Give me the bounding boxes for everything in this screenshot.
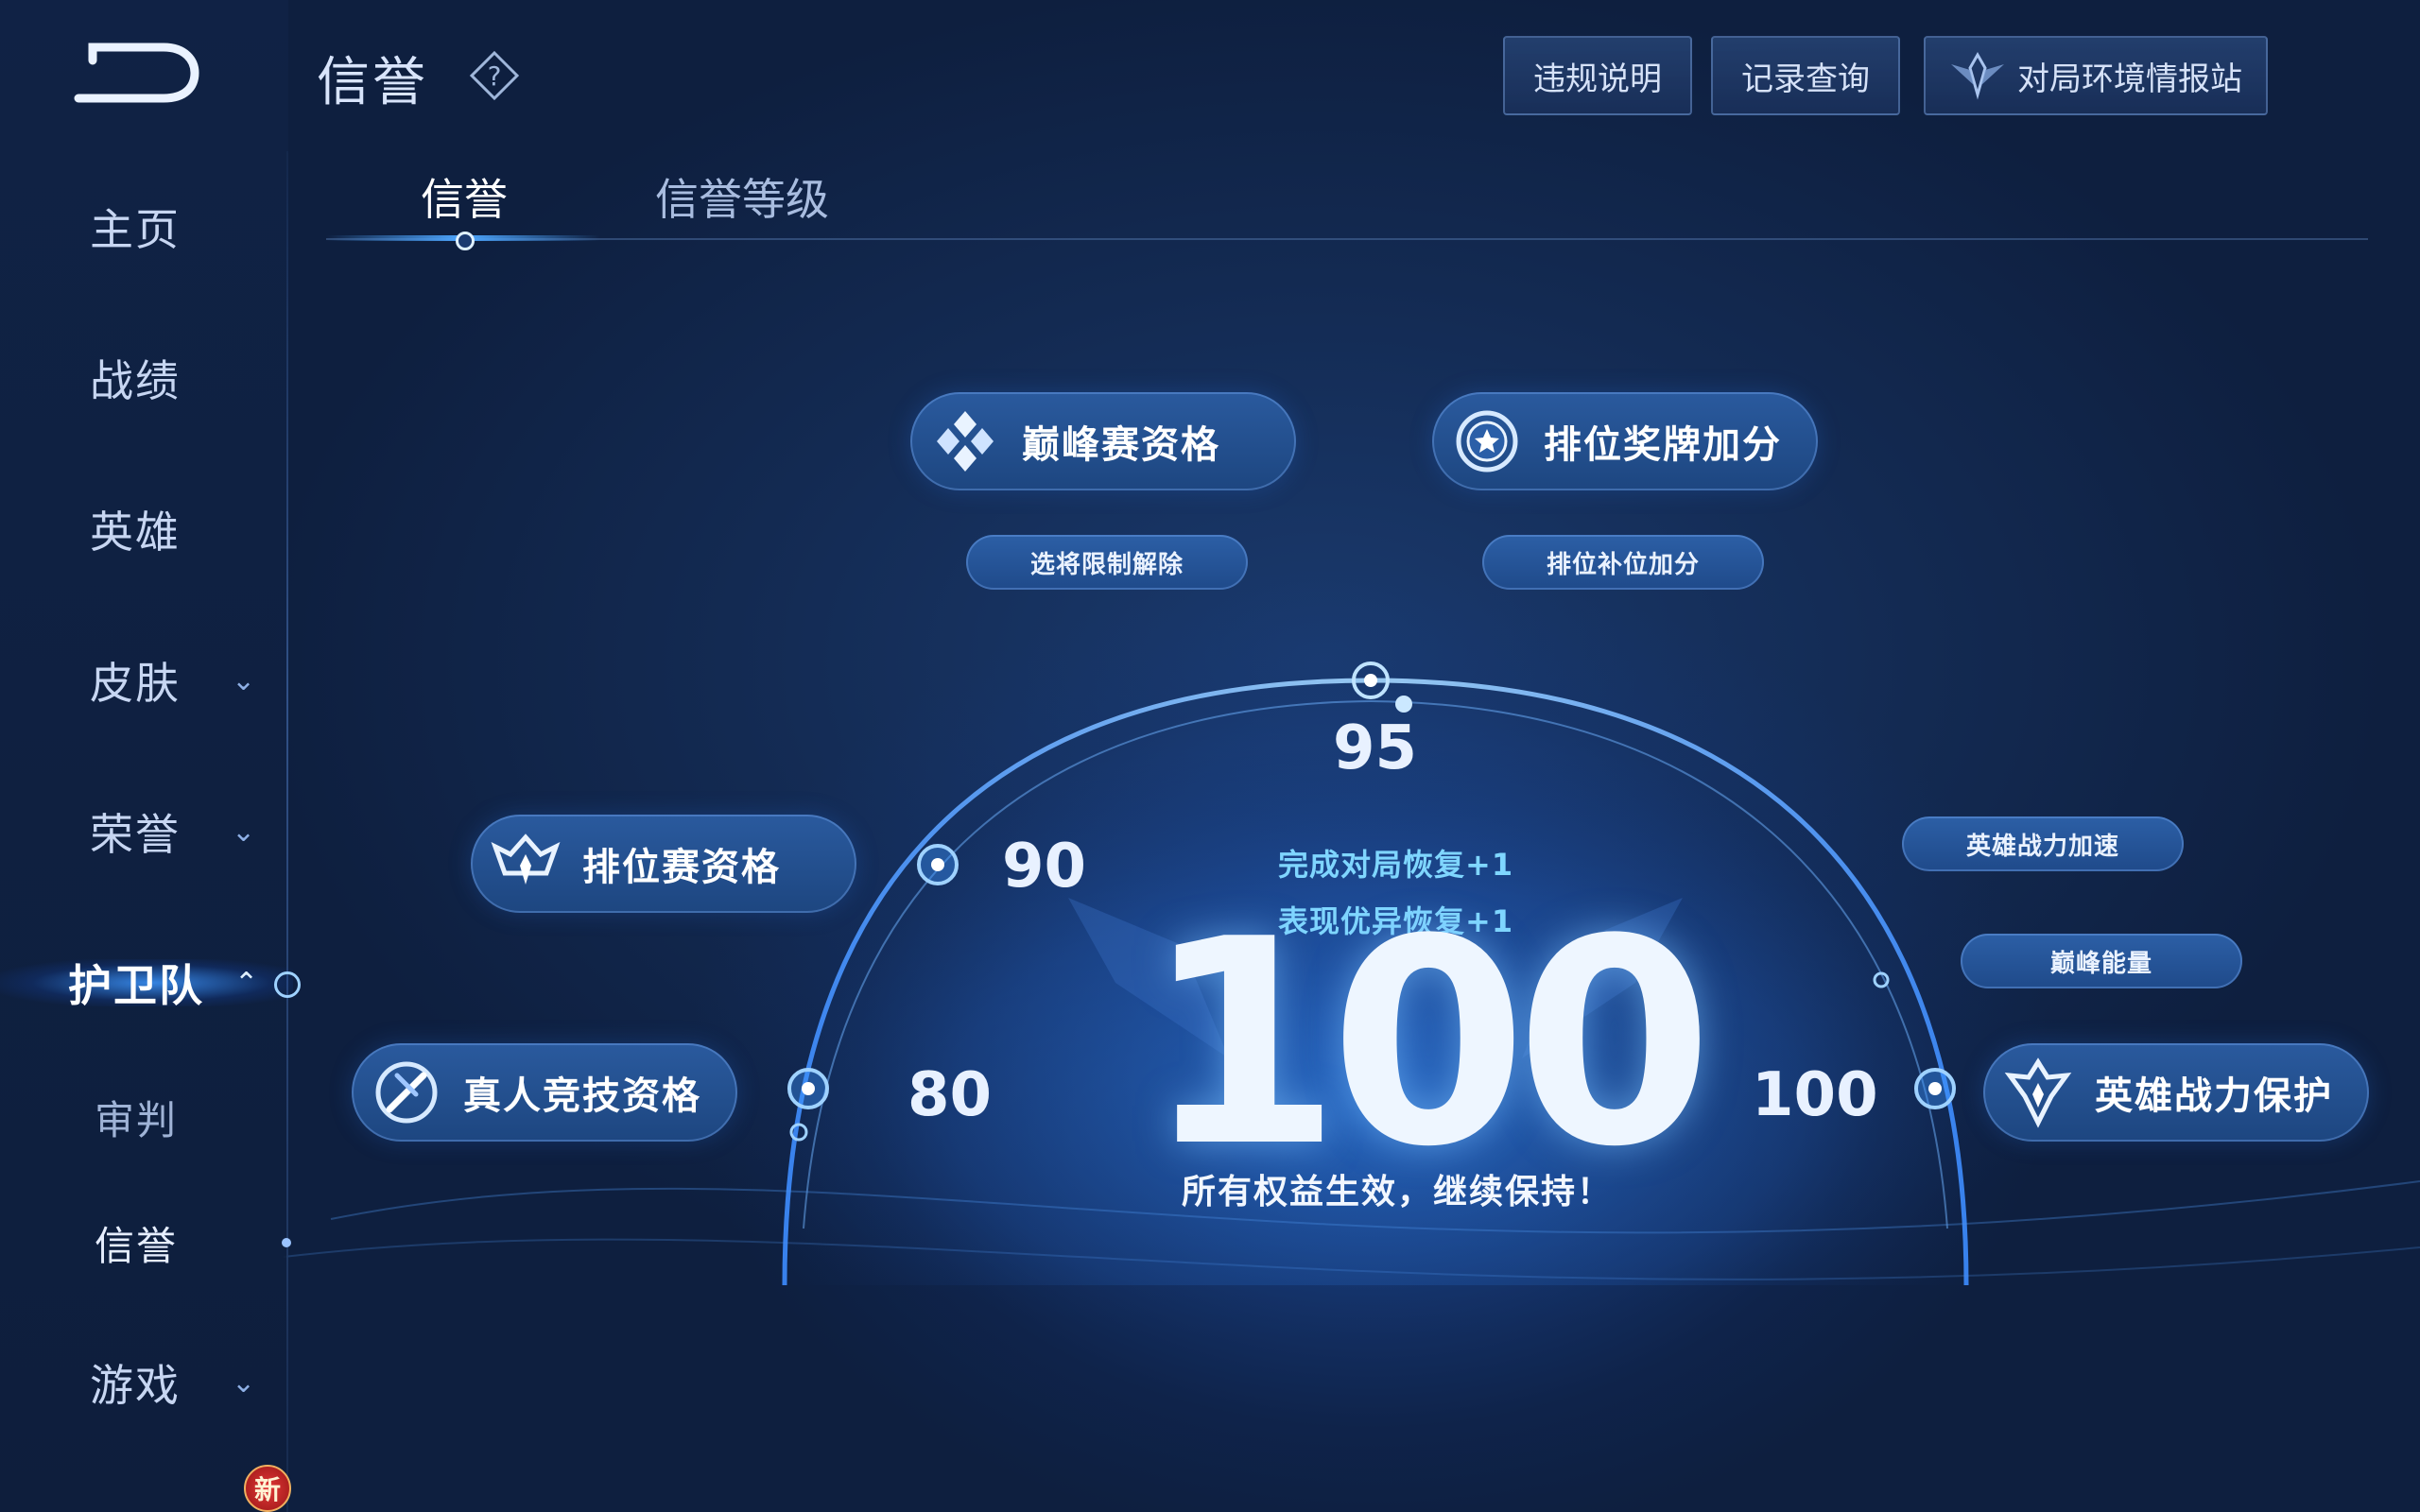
- sidebar-item-games[interactable]: 游戏 ⌄: [0, 1340, 284, 1425]
- sidebar-item-heroes[interactable]: 英雄: [0, 487, 284, 572]
- chevron-down-icon: ⌄: [232, 815, 256, 849]
- report-station-label: 对局环境情报站: [2017, 60, 2242, 98]
- sidebar-item-label: 皮肤: [90, 658, 181, 709]
- sidebar-item-guard[interactable]: 护卫队 ⌃: [0, 940, 301, 1025]
- sidebar-item-label: 英雄: [90, 507, 181, 558]
- tab-divider: [326, 238, 2368, 240]
- active-indicator-icon: [274, 971, 301, 998]
- scale-label-90: 90: [1002, 832, 1087, 902]
- sidebar-item-label: 护卫队: [68, 960, 204, 1011]
- benefit-label: 英雄战力保护: [2095, 1074, 2333, 1118]
- benefit-peak-energy[interactable]: 巅峰能量: [1961, 934, 2242, 988]
- tab-active-marker: [456, 232, 475, 250]
- crown-shield-icon: [491, 833, 561, 885]
- credit-score: 100: [1144, 879, 1713, 1209]
- benefit-label: 巅峰赛资格: [1022, 423, 1220, 467]
- benefit-ranked-qualification[interactable]: 排位赛资格: [471, 815, 856, 913]
- violation-button[interactable]: 违规说明: [1503, 36, 1692, 115]
- sidebar-item-credit[interactable]: 信誉: [0, 1200, 291, 1285]
- sidebar-item-label: 审判: [95, 1096, 179, 1143]
- tab-credit-level[interactable]: 信誉等级: [655, 165, 829, 228]
- chip-label: 巅峰能量: [2049, 949, 2152, 978]
- sidebar-item-label: 主页: [90, 204, 181, 255]
- report-station-button[interactable]: 对局环境情报站: [1924, 36, 2268, 115]
- violation-button-label: 违规说明: [1533, 60, 1662, 98]
- tab-credit[interactable]: 信誉: [421, 165, 508, 228]
- credit-dome-graphic: [283, 662, 2420, 1286]
- benefit-label: 真人竞技资格: [463, 1074, 701, 1118]
- sidebar-item-skins[interactable]: 皮肤 ⌄: [0, 638, 284, 723]
- shield-crest-icon: [2004, 1057, 2072, 1128]
- page-title: 信誉: [317, 52, 428, 113]
- sidebar-item-home[interactable]: 主页: [0, 184, 284, 269]
- credit-status-text: 所有权益生效，继续保持！: [1182, 1173, 1614, 1211]
- benefit-hero-power-boost[interactable]: 英雄战力加速: [1902, 816, 2184, 871]
- back-icon[interactable]: [74, 40, 201, 106]
- sidebar-item-judge[interactable]: 审判: [0, 1074, 284, 1160]
- svg-text:?: ?: [488, 60, 502, 92]
- chevron-down-icon: ⌄: [232, 1366, 256, 1400]
- diamond-cluster-icon: [937, 411, 994, 472]
- benefit-rank-fill-bonus[interactable]: 排位补位加分: [1482, 535, 1764, 590]
- sidebar-item-records[interactable]: 战绩: [0, 335, 284, 421]
- benefit-peak-qualification[interactable]: 巅峰赛资格: [910, 392, 1296, 490]
- scale-label-100: 100: [1752, 1060, 1878, 1130]
- chip-label: 选将限制解除: [1029, 550, 1184, 579]
- benefit-hero-power-protection[interactable]: 英雄战力保护: [1983, 1043, 2369, 1142]
- benefit-human-competition-qualification[interactable]: 真人竞技资格: [352, 1043, 737, 1142]
- sword-shield-icon: [375, 1061, 438, 1124]
- records-button-label: 记录查询: [1741, 60, 1870, 98]
- benefit-rank-medal-bonus[interactable]: 排位奖牌加分: [1432, 392, 1818, 490]
- sidebar-item-label: 游戏: [90, 1360, 181, 1411]
- star-medal-icon: [1456, 410, 1518, 472]
- scale-label-95: 95: [1333, 713, 1418, 783]
- new-badge: 新: [244, 1465, 291, 1512]
- benefit-pick-limit-lifted[interactable]: 选将限制解除: [966, 535, 1248, 590]
- selected-dot-icon: [282, 1238, 291, 1247]
- tab-label: 信誉: [421, 174, 508, 225]
- node-90: [917, 844, 959, 885]
- benefit-label: 排位赛资格: [582, 846, 781, 889]
- chip-label: 英雄战力加速: [1965, 832, 2119, 861]
- chip-label: 排位补位加分: [1546, 550, 1700, 579]
- records-button[interactable]: 记录查询: [1711, 36, 1900, 115]
- tab-label: 信誉等级: [655, 174, 829, 225]
- help-icon[interactable]: ?: [468, 49, 521, 102]
- benefit-label: 排位奖牌加分: [1544, 423, 1782, 467]
- sidebar-item-label: 信誉: [95, 1222, 179, 1269]
- chevron-down-icon: ⌄: [232, 663, 256, 697]
- sidebar-divider: [286, 151, 288, 1512]
- chevron-up-icon: ⌃: [234, 966, 259, 1000]
- scale-label-80: 80: [908, 1060, 993, 1130]
- wings-emblem-icon: [1951, 51, 2004, 100]
- sidebar-item-label: 战绩: [90, 355, 181, 406]
- sidebar-item-label: 荣誉: [90, 809, 181, 860]
- sidebar-item-honor[interactable]: 荣誉 ⌄: [0, 789, 284, 874]
